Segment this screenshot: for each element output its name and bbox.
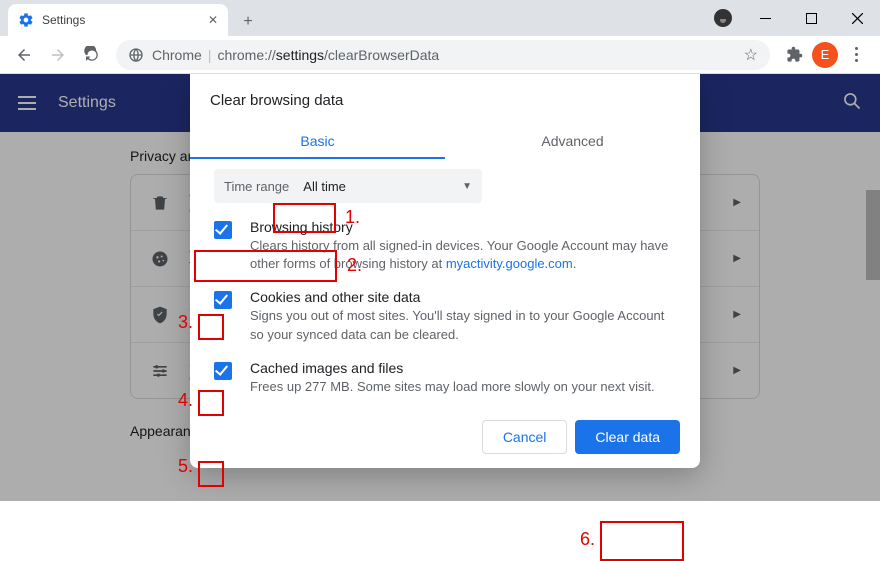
close-icon[interactable]: ✕: [208, 13, 218, 27]
back-button[interactable]: [8, 39, 40, 71]
time-range-label: Time range: [224, 179, 289, 194]
check-title: Cached images and files: [250, 360, 655, 376]
clear-browsing-data-dialog: Clear browsing data Basic Advanced Time …: [190, 74, 700, 468]
omnibox-divider: |: [208, 47, 212, 63]
tab-indicator: [190, 157, 445, 159]
window-close-button[interactable]: [834, 3, 880, 33]
gear-icon: [18, 12, 34, 28]
myactivity-link[interactable]: myactivity.google.com: [446, 256, 573, 271]
address-bar[interactable]: Chrome | chrome://settings/clearBrowserD…: [116, 40, 770, 70]
new-tab-button[interactable]: +: [234, 8, 262, 36]
annotation-number-6: 6.: [580, 529, 595, 550]
tab-advanced[interactable]: Advanced: [445, 123, 700, 159]
chrome-menu-button[interactable]: [840, 39, 872, 71]
browser-toolbar: Chrome | chrome://settings/clearBrowserD…: [0, 36, 880, 74]
check-subtitle: Signs you out of most sites. You'll stay…: [250, 307, 676, 343]
checkbox-checked-icon[interactable]: [214, 362, 232, 380]
check-browsing-history[interactable]: Browsing history Clears history from all…: [214, 203, 676, 273]
bookmark-star-icon[interactable]: ☆: [744, 45, 758, 65]
tab-basic[interactable]: Basic: [190, 123, 445, 159]
check-subtitle: Clears history from all signed-in device…: [250, 237, 676, 273]
omnibox-url: chrome://settings/clearBrowserData: [217, 47, 439, 63]
maximize-button[interactable]: [788, 3, 834, 33]
extensions-icon[interactable]: [778, 39, 810, 71]
check-title: Browsing history: [250, 219, 676, 235]
cancel-button[interactable]: Cancel: [482, 420, 568, 454]
checkbox-checked-icon[interactable]: [214, 221, 232, 239]
time-range-select[interactable]: Time range All time ▼: [214, 169, 482, 203]
minimize-button[interactable]: [742, 3, 788, 33]
check-cached[interactable]: Cached images and files Frees up 277 MB.…: [214, 344, 676, 396]
browser-tab[interactable]: Settings ✕: [8, 4, 228, 36]
omnibox-site-label: Chrome: [152, 47, 202, 63]
checkbox-checked-icon[interactable]: [214, 291, 232, 309]
time-range-value: All time: [303, 179, 346, 194]
forward-button[interactable]: [42, 39, 74, 71]
window-titlebar: Settings ✕ +: [0, 0, 880, 36]
site-info-icon[interactable]: [128, 47, 144, 63]
dialog-title: Clear browsing data: [190, 92, 700, 123]
check-title: Cookies and other site data: [250, 289, 676, 305]
incognito-icon: [714, 9, 732, 27]
reload-button[interactable]: [76, 39, 108, 71]
check-subtitle: Frees up 277 MB. Some sites may load mor…: [250, 378, 655, 396]
annotation-box-6: [600, 521, 684, 561]
page-content: Settings Privacy and security Clear brow…: [0, 74, 880, 501]
clear-data-button[interactable]: Clear data: [575, 420, 680, 454]
check-cookies[interactable]: Cookies and other site data Signs you ou…: [214, 273, 676, 343]
profile-avatar[interactable]: E: [812, 42, 838, 68]
tab-title: Settings: [42, 13, 208, 27]
avatar-initial: E: [821, 47, 830, 62]
window-controls: [714, 0, 880, 36]
dialog-tabs: Basic Advanced: [190, 123, 700, 159]
chevron-down-icon: ▼: [462, 181, 472, 192]
